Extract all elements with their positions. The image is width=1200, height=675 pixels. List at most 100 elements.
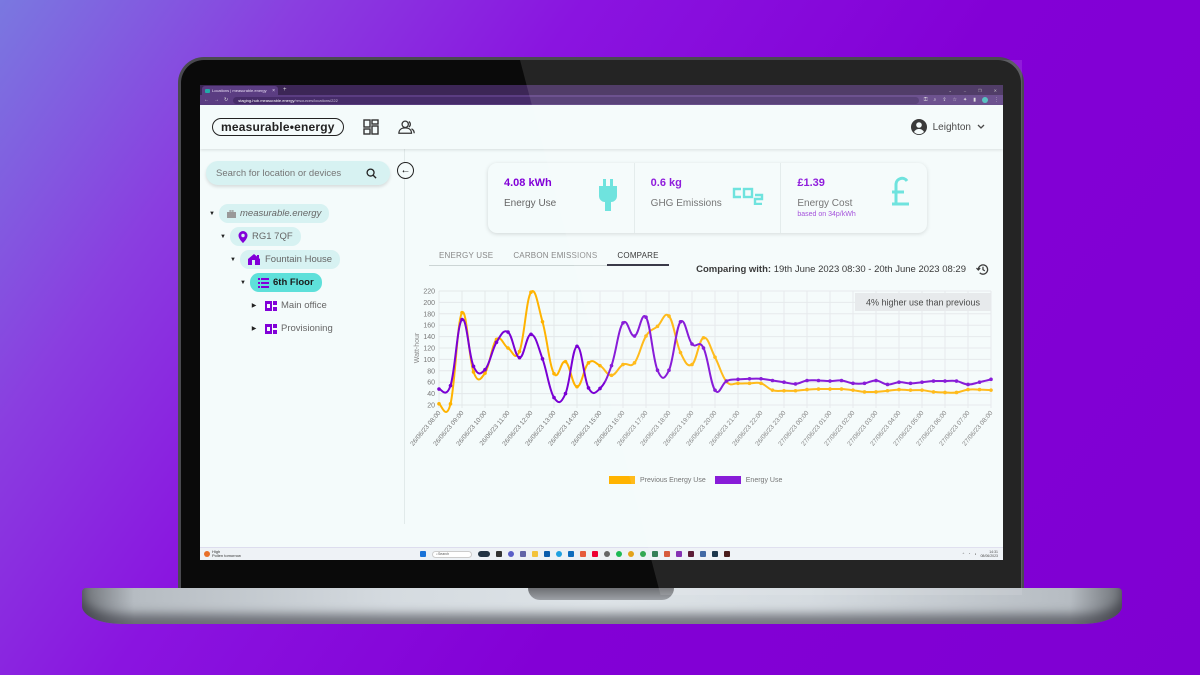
close-tab-icon[interactable]: × — [272, 88, 275, 94]
series-previous-point — [678, 350, 683, 355]
edge-icon[interactable] — [556, 551, 562, 557]
legend-label-previous[interactable]: Previous Energy Use — [640, 477, 706, 484]
acrobat-icon[interactable] — [592, 551, 598, 557]
copilot-icon[interactable] — [478, 551, 490, 557]
illustrator-icon[interactable] — [724, 551, 730, 557]
chevron-down-icon[interactable]: ⌄ — [948, 88, 951, 93]
tree-node-label: Main office — [281, 300, 327, 311]
powerpoint-icon[interactable] — [664, 551, 670, 557]
photoshop-icon[interactable] — [712, 551, 718, 557]
windows-start-icon[interactable] — [420, 551, 426, 557]
tree-node-item[interactable]: Main office — [261, 297, 331, 314]
tab-carbon-emissions[interactable]: CARBON EMISSIONS — [503, 248, 607, 265]
location-search[interactable] — [206, 161, 390, 185]
tree-node-pill[interactable]: RG1 7QF — [230, 227, 301, 246]
tab-compare[interactable]: COMPARE — [607, 248, 669, 266]
share-icon[interactable]: ⇪ — [942, 97, 946, 103]
extensions-icon[interactable]: ✦ — [963, 97, 967, 103]
reload-icon[interactable]: ↻ — [224, 97, 228, 103]
weather-widget[interactable]: High Pollen tomorrow — [200, 550, 420, 558]
series-current-point — [471, 364, 476, 369]
compare-range: Comparing with: 19th June 2023 08:30 - 2… — [696, 263, 989, 276]
tree-node-room[interactable]: ▶ Provisioning — [206, 317, 398, 340]
tree-node-floor[interactable]: ▼ 6th Floor — [206, 271, 398, 294]
series-current-point — [862, 381, 867, 386]
close-window-icon[interactable]: ✕ — [994, 88, 997, 93]
series-current-point — [839, 378, 844, 383]
history-icon[interactable] — [976, 263, 989, 276]
tree-node-building[interactable]: ▼ Fountain House — [206, 248, 398, 271]
caret-down-icon[interactable]: ▼ — [239, 280, 247, 286]
star-icon[interactable]: ☆ — [953, 97, 957, 103]
legend-swatch-previous[interactable] — [609, 476, 635, 484]
legend-label-current[interactable]: Energy Use — [746, 477, 783, 484]
series-previous-point — [621, 362, 625, 367]
tree-node-item[interactable]: Provisioning — [261, 320, 337, 337]
tree-node-room[interactable]: ▶ Main office — [206, 294, 398, 317]
excel-icon[interactable] — [652, 551, 658, 557]
search-input[interactable] — [216, 167, 366, 179]
caret-down-icon[interactable]: ▼ — [219, 234, 227, 240]
series-previous-point — [460, 310, 464, 315]
back-icon[interactable]: ← — [204, 97, 209, 103]
sidebar: ← ▼ measurable.energy ▼ RG1 7QF — [200, 149, 414, 524]
tree-node-pill-active[interactable]: 6th Floor — [250, 273, 322, 292]
profile-avatar[interactable] — [982, 97, 988, 103]
spotify-icon[interactable] — [616, 551, 622, 557]
window-controls: ⌄ – ❐ ✕ — [948, 88, 1003, 93]
word-icon[interactable] — [700, 551, 706, 557]
caret-down-icon[interactable]: ▼ — [208, 211, 216, 217]
file-explorer-icon[interactable] — [532, 551, 538, 557]
tree-node-pill[interactable]: measurable.energy — [219, 204, 330, 223]
series-current-point — [575, 344, 579, 349]
app-icon[interactable] — [604, 551, 610, 557]
address-bar[interactable]: staging-hub.measurable.energy/resources/… — [233, 96, 919, 104]
outlook-icon[interactable] — [568, 551, 574, 557]
tree-node-pill[interactable]: Fountain House — [240, 250, 341, 269]
store-icon[interactable] — [544, 551, 550, 557]
series-previous-point — [690, 362, 694, 367]
logo[interactable]: measurable•energy — [212, 118, 344, 136]
clock[interactable]: 14:31 08/06/2023 — [980, 550, 998, 558]
teams-icon[interactable] — [520, 551, 526, 557]
caret-down-icon[interactable]: ▼ — [229, 257, 237, 263]
series-previous-point — [759, 381, 763, 386]
chat-icon[interactable] — [508, 551, 514, 557]
maximize-icon[interactable]: ❐ — [978, 88, 982, 93]
menu-icon[interactable]: ⋮ — [994, 97, 999, 103]
tree-node-postcode[interactable]: ▼ RG1 7QF — [206, 225, 398, 248]
tray-chevron-icon[interactable]: ^ — [963, 552, 965, 556]
key-icon[interactable]: ⚿ — [924, 97, 928, 103]
caret-right-icon[interactable]: ▶ — [250, 325, 258, 332]
tree-node-org[interactable]: ▼ measurable.energy — [206, 202, 398, 225]
series-previous-point — [908, 388, 913, 392]
volume-icon[interactable]: ◖ — [974, 552, 976, 556]
series-current-point — [805, 378, 809, 383]
new-tab-button[interactable]: + — [283, 87, 287, 93]
caret-right-icon[interactable]: ▶ — [250, 302, 258, 309]
wifi-icon[interactable]: ◔ — [968, 552, 970, 556]
chrome-profile-icon[interactable] — [640, 551, 646, 557]
user-menu[interactable]: Leighton — [910, 119, 985, 135]
series-previous-point — [713, 355, 717, 359]
indesign-icon[interactable] — [688, 551, 694, 557]
tab-energy-use[interactable]: ENERGY USE — [429, 248, 503, 265]
taskbar-search[interactable]: ⌕ Search — [432, 550, 472, 558]
task-view-icon[interactable] — [496, 551, 502, 557]
series-previous-point — [655, 324, 660, 329]
onenote-icon[interactable] — [676, 551, 682, 557]
series-previous-point — [839, 387, 844, 391]
series-current-point — [851, 381, 855, 386]
sidepanel-icon[interactable]: ▮ — [973, 97, 976, 103]
search-icon[interactable] — [366, 167, 377, 179]
dashboard-grid-icon[interactable] — [362, 118, 380, 136]
series-previous-point — [874, 390, 878, 394]
forward-icon[interactable]: → — [214, 97, 219, 103]
zoom-icon[interactable]: ⌕ — [934, 97, 937, 103]
legend-swatch-current[interactable] — [714, 476, 741, 484]
snip-icon[interactable] — [580, 551, 586, 557]
minimize-icon[interactable]: – — [964, 88, 966, 93]
chrome-icon[interactable] — [628, 551, 634, 557]
browser-tab[interactable]: Locations | measurable.energy × — [202, 86, 278, 95]
users-icon[interactable] — [397, 118, 416, 136]
